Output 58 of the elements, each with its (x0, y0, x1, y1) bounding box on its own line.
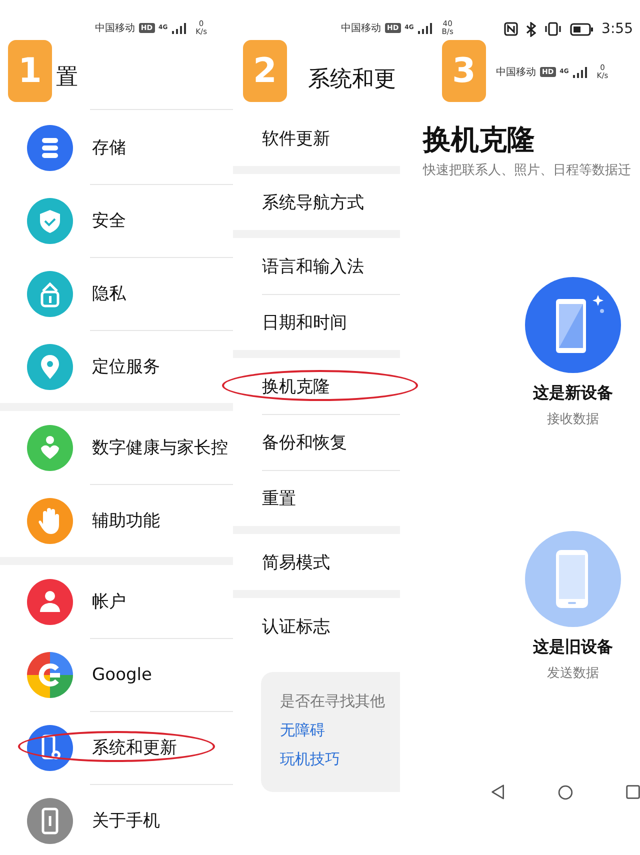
setting-icon (27, 724, 73, 770)
setting-icon (27, 344, 73, 390)
item-label: 系统和更新 (92, 737, 177, 759)
item-label: 定位服务 (92, 356, 160, 378)
clock-time: 3:55 (602, 21, 633, 37)
option-sublabel: 发送数据 (547, 665, 599, 682)
settings-item[interactable]: 日期和时间 (262, 310, 347, 334)
settings-item[interactable]: 语言和输入法 (262, 254, 364, 278)
signal-icon (572, 66, 587, 78)
suggestion-link[interactable]: 无障碍 (280, 721, 325, 740)
settings-item[interactable]: 系统导航方式 (262, 190, 364, 214)
recents-icon (626, 784, 640, 800)
suggestion-link[interactable]: 玩机技巧 (280, 750, 340, 769)
screen-subtitle: 快速把联系人、照片、日程等数据迁 (423, 162, 632, 179)
nfc-icon (504, 22, 518, 36)
setting-icon (27, 124, 73, 170)
setting-icon (27, 270, 73, 316)
step-number-badge: 2 (243, 40, 287, 102)
settings-item[interactable]: 认证标志 (262, 614, 330, 638)
suggestion-question: 是否在寻找其他 (280, 692, 386, 711)
screen-title: 系统和更 (308, 66, 396, 94)
item-label: 安全 (92, 210, 126, 232)
step-number-badge: 3 (442, 40, 486, 102)
item-label: 辅助功能 (92, 510, 160, 532)
settings-item[interactable]: 简易模式 (262, 550, 330, 574)
screen-title: 换机克隆 (423, 122, 536, 158)
setting-icon (27, 424, 73, 470)
battery-icon (570, 22, 594, 36)
item-label: 帐户 (92, 591, 126, 613)
setting-icon (27, 578, 73, 624)
carrier-name: 中国移动 (496, 66, 536, 79)
option-label[interactable]: 这是新设备 (533, 383, 613, 404)
settings-item[interactable]: 备份和恢复 (262, 430, 347, 454)
settings-item[interactable]: 软件更新 (262, 126, 330, 150)
step-number-badge: 1 (8, 40, 52, 102)
item-label: Google (92, 664, 152, 684)
signal-icon (418, 22, 432, 34)
settings-item[interactable]: 换机克隆 (262, 374, 330, 398)
setting-icon (27, 498, 73, 544)
carrier-name: 中国移动 (341, 22, 381, 35)
item-label: 关于手机 (92, 810, 160, 832)
item-label: 存储 (92, 137, 126, 159)
home-icon (558, 784, 573, 800)
option-label[interactable]: 这是旧设备 (533, 637, 613, 658)
item-label: 数字健康与家长控 (92, 437, 228, 459)
new-phone-icon[interactable] (525, 277, 621, 373)
back-icon (491, 783, 506, 801)
screen-title: 置 (56, 64, 78, 92)
setting-icon (27, 798, 73, 844)
settings-item[interactable]: 重置 (262, 486, 296, 510)
signal-icon (172, 22, 186, 34)
item-label: 隐私 (92, 283, 126, 305)
vibrate-icon (544, 22, 562, 36)
setting-icon (27, 198, 73, 244)
option-sublabel: 接收数据 (547, 411, 599, 428)
setting-icon (27, 652, 73, 698)
bluetooth-icon (526, 22, 536, 36)
carrier-name: 中国移动 (94, 22, 135, 35)
